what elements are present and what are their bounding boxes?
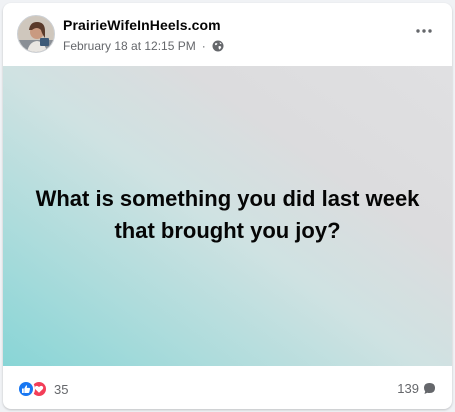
post-header: PrairieWifeInHeels.com February 18 at 12… xyxy=(3,3,452,66)
post-background-text[interactable]: What is something you did last week that… xyxy=(3,66,452,366)
meta-separator: · xyxy=(201,39,206,53)
post-footer: 35 139 xyxy=(3,366,452,409)
comment-count: 139 xyxy=(397,381,419,396)
globe-icon[interactable] xyxy=(212,40,224,52)
post-meta: February 18 at 12:15 PM · xyxy=(63,39,224,53)
comments-summary[interactable]: 139 xyxy=(397,381,436,396)
more-options-button[interactable] xyxy=(410,19,438,43)
post-timestamp[interactable]: February 18 at 12:15 PM xyxy=(63,39,196,53)
reactions-summary[interactable]: 35 xyxy=(17,380,68,398)
page-name[interactable]: PrairieWifeInHeels.com xyxy=(63,17,221,33)
comment-icon xyxy=(423,382,436,395)
post-card: PrairieWifeInHeels.com February 18 at 12… xyxy=(3,3,452,409)
like-icon xyxy=(17,380,35,398)
avatar-image xyxy=(18,16,54,52)
post-text: What is something you did last week that… xyxy=(35,186,420,243)
page-avatar[interactable] xyxy=(17,15,55,53)
reaction-count: 35 xyxy=(54,381,69,397)
more-options-icon xyxy=(416,29,432,33)
